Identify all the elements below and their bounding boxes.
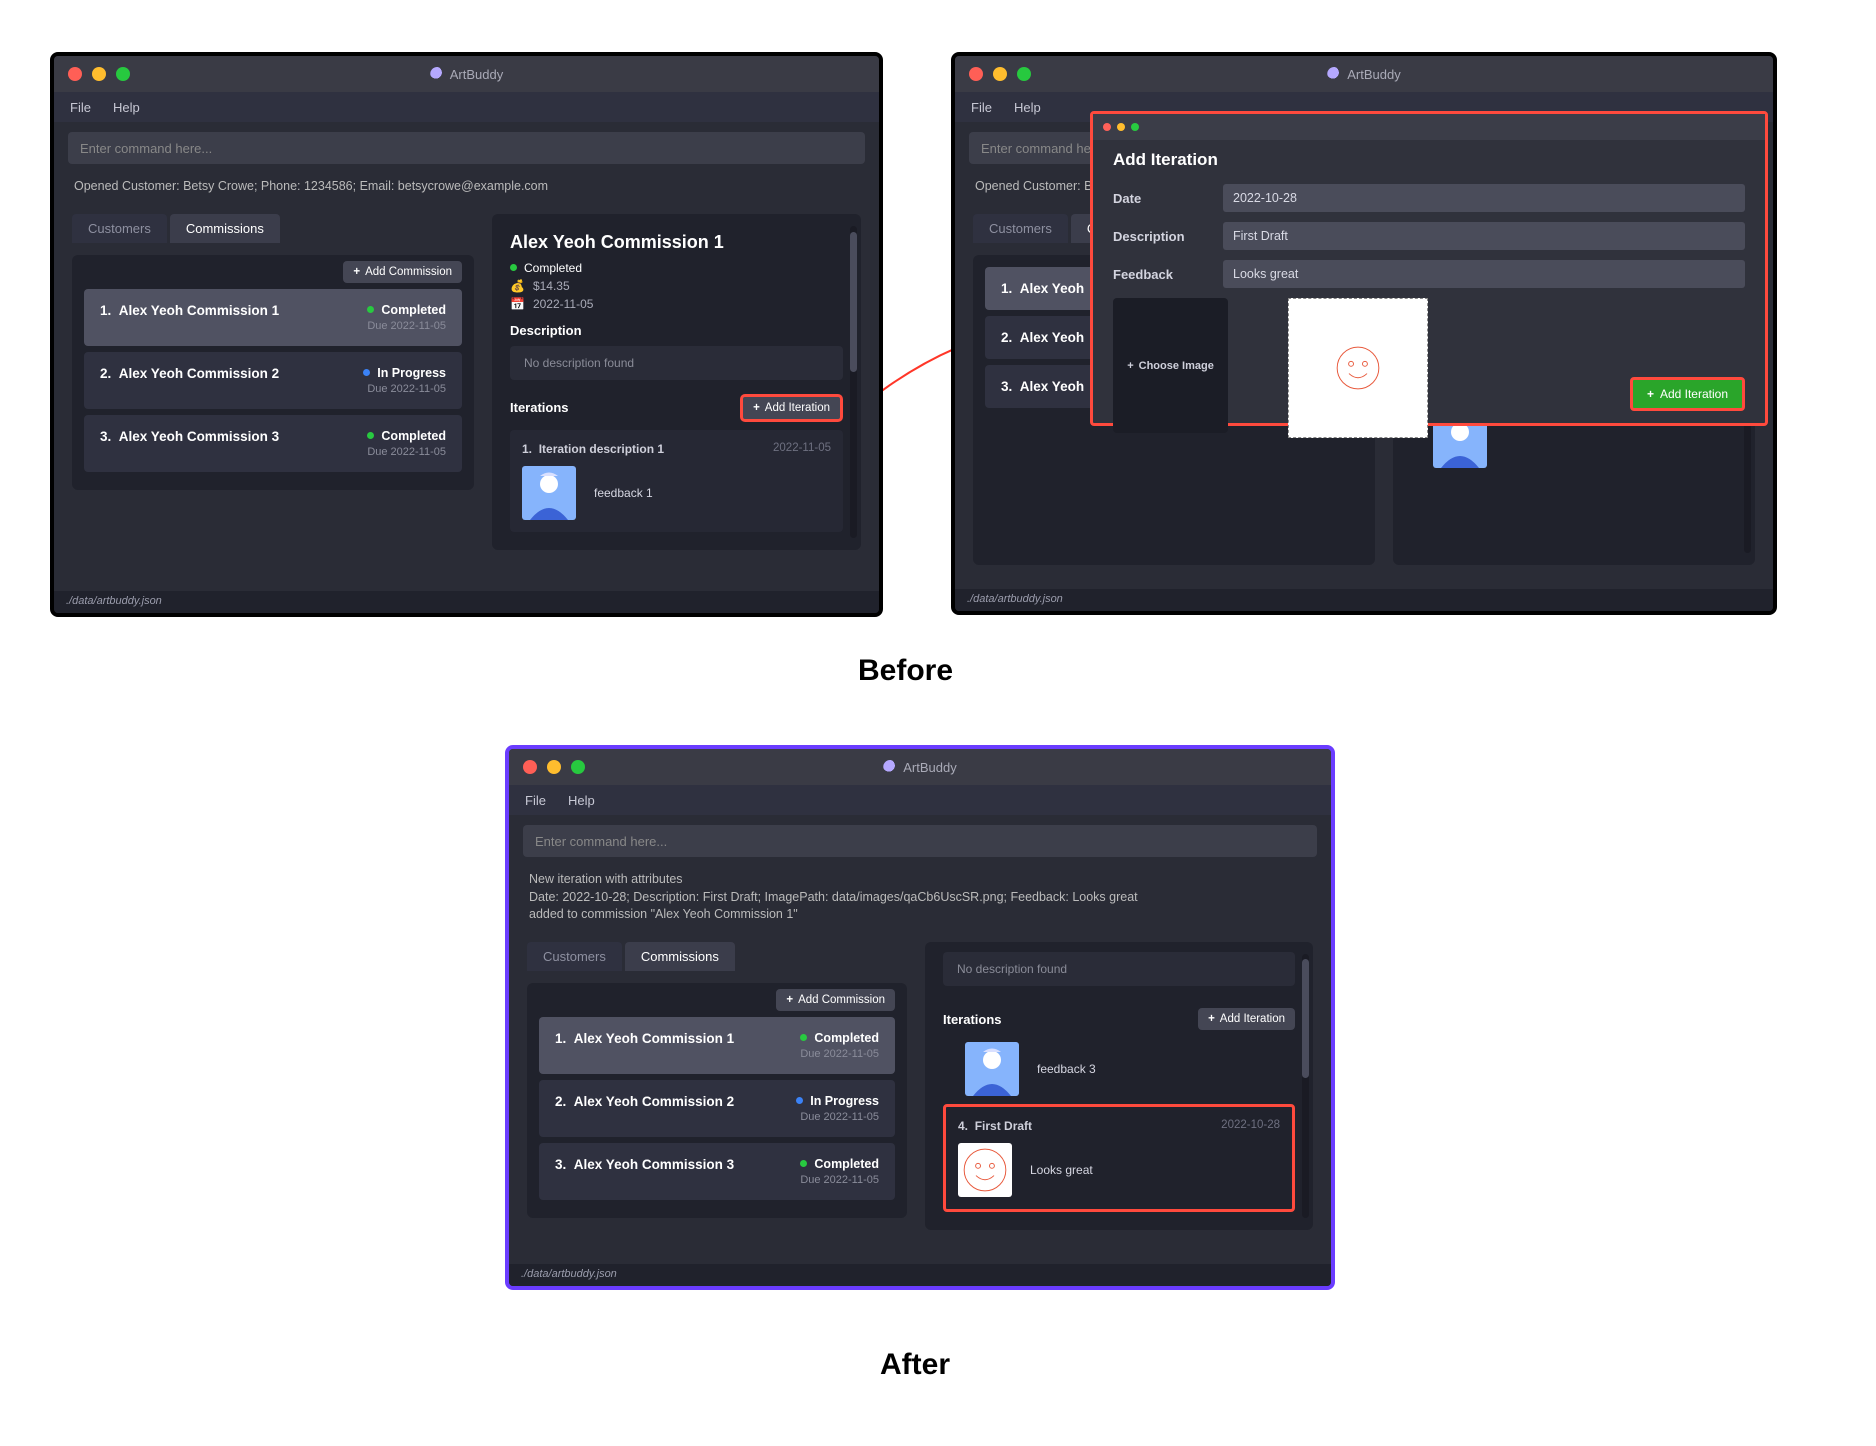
- commission-row[interactable]: 1. Alex Yeoh Commission 1 CompletedDue 2…: [84, 289, 462, 346]
- tab-customers[interactable]: Customers: [72, 214, 167, 243]
- close-icon[interactable]: [969, 67, 983, 81]
- titlebar: ArtBuddy: [509, 749, 1331, 785]
- file-menu[interactable]: File: [525, 793, 546, 808]
- add-iteration-dialog: Add Iteration Date 2022-10-28 Description…: [1090, 111, 1768, 426]
- menubar: File Help: [54, 92, 879, 122]
- add-iteration-button[interactable]: Add Iteration: [740, 394, 843, 422]
- description-label: Description: [510, 323, 843, 338]
- feedback-label: Feedback: [1113, 267, 1209, 282]
- commission-row[interactable]: 1. Alex Yeoh Commission 1 CompletedDue 2…: [539, 1017, 895, 1074]
- status-badge: Completed: [800, 1157, 879, 1171]
- minimize-icon[interactable]: [547, 760, 561, 774]
- status-badge: Completed: [367, 429, 446, 443]
- status-badge: In Progress: [363, 366, 446, 380]
- window-before-left: ArtBuddy File Help Enter command here...…: [50, 52, 883, 617]
- minimize-icon[interactable]: [1117, 123, 1125, 131]
- iteration-feedback: Looks great: [1030, 1163, 1093, 1177]
- close-icon[interactable]: [68, 67, 82, 81]
- description-empty: No description found: [943, 952, 1295, 986]
- minimize-icon[interactable]: [92, 67, 106, 81]
- iteration-card: 1. Iteration description 12022-11-05 fee…: [510, 430, 843, 532]
- feedback-field[interactable]: Looks great: [1223, 260, 1745, 288]
- file-menu[interactable]: File: [70, 100, 91, 115]
- iteration-thumb: [958, 1143, 1012, 1197]
- status-bar: ./data/artbuddy.json: [509, 1264, 1331, 1286]
- avatar-icon: [965, 1042, 1019, 1096]
- status-badge: Completed: [800, 1031, 879, 1045]
- window-before-right: ArtBuddy File Help Enter command here...…: [951, 52, 1777, 615]
- status-bar: ./data/artbuddy.json: [54, 591, 879, 613]
- iteration-thumb: [522, 466, 576, 520]
- help-menu[interactable]: Help: [113, 100, 140, 115]
- iteration-feedback: feedback 3: [1037, 1062, 1096, 1076]
- titlebar: ArtBuddy: [955, 56, 1773, 92]
- description-empty: No description found: [510, 346, 843, 380]
- choose-image-button[interactable]: Choose Image: [1113, 298, 1228, 433]
- avatar-icon: [522, 466, 576, 520]
- iteration-feedback: feedback 1: [594, 486, 653, 500]
- status-bar: ./data/artbuddy.json: [955, 589, 1773, 611]
- command-input[interactable]: Enter command here...: [68, 132, 865, 164]
- commission-row[interactable]: 3. Alex Yeoh Commission 3 CompletedDue 2…: [539, 1143, 895, 1200]
- palette-icon: [430, 67, 444, 81]
- commission-row[interactable]: 3. Alex Yeoh Commission 3 CompletedDue 2…: [84, 415, 462, 472]
- commissions-list: Add Commission 1. Alex Yeoh Commission 1…: [72, 255, 474, 490]
- palette-icon: [1327, 67, 1341, 81]
- status-badge: In Progress: [796, 1094, 879, 1108]
- file-menu[interactable]: File: [971, 100, 992, 115]
- iterations-label: Iterations: [943, 1012, 1002, 1027]
- before-label: Before: [858, 654, 953, 688]
- maximize-icon[interactable]: [1131, 123, 1139, 131]
- date-field[interactable]: 2022-10-28: [1223, 184, 1745, 212]
- app-title: ArtBuddy: [1327, 67, 1400, 82]
- menubar: File Help: [509, 785, 1331, 815]
- description-label: Description: [1113, 229, 1209, 244]
- commission-detail: No description found Iterations Add Iter…: [925, 942, 1313, 1230]
- close-icon[interactable]: [523, 760, 537, 774]
- iterations-label: Iterations: [510, 400, 569, 415]
- info-text: New iteration with attributes Date: 2022…: [509, 867, 1331, 932]
- close-icon[interactable]: [1103, 123, 1111, 131]
- app-title: ArtBuddy: [883, 760, 956, 775]
- smiley-icon: [1333, 343, 1383, 393]
- palette-icon: [883, 760, 897, 774]
- after-label: After: [880, 1348, 950, 1382]
- modal-titlebar: [1093, 114, 1765, 140]
- titlebar: ArtBuddy: [54, 56, 879, 92]
- tab-commissions[interactable]: Commissions: [170, 214, 280, 243]
- maximize-icon[interactable]: [116, 67, 130, 81]
- maximize-icon[interactable]: [571, 760, 585, 774]
- maximize-icon[interactable]: [1017, 67, 1031, 81]
- window-after: ArtBuddy File Help Enter command here...…: [505, 745, 1335, 1290]
- command-input[interactable]: Enter command here...: [523, 825, 1317, 857]
- help-menu[interactable]: Help: [1014, 100, 1041, 115]
- add-commission-button[interactable]: Add Commission: [776, 989, 895, 1011]
- tab-commissions[interactable]: Commissions: [625, 942, 735, 971]
- info-text: Opened Customer: Betsy Crowe; Phone: 123…: [54, 174, 879, 204]
- tab-customers[interactable]: Customers: [973, 214, 1068, 243]
- scrollbar[interactable]: [850, 226, 857, 538]
- detail-title: Alex Yeoh Commission 1: [510, 232, 843, 253]
- iteration-thumb: [965, 1042, 1019, 1096]
- add-iteration-submit-button[interactable]: Add Iteration: [1630, 377, 1745, 411]
- add-commission-button[interactable]: Add Commission: [343, 261, 462, 283]
- scrollbar[interactable]: [1302, 954, 1309, 1218]
- commissions-list: Add Commission 1. Alex Yeoh Commission 1…: [527, 983, 907, 1218]
- commission-row[interactable]: 2. Alex Yeoh Commission 2 In ProgressDue…: [84, 352, 462, 409]
- commission-detail: Alex Yeoh Commission 1 Completed 💰 $14.3…: [492, 214, 861, 550]
- app-title: ArtBuddy: [430, 67, 503, 82]
- modal-title: Add Iteration: [1113, 150, 1745, 170]
- description-field[interactable]: First Draft: [1223, 222, 1745, 250]
- help-menu[interactable]: Help: [568, 793, 595, 808]
- minimize-icon[interactable]: [993, 67, 1007, 81]
- image-preview: [1288, 298, 1428, 438]
- smiley-icon: [960, 1145, 1010, 1195]
- tab-customers[interactable]: Customers: [527, 942, 622, 971]
- status-badge: Completed: [367, 303, 446, 317]
- new-iteration-card: 4. First Draft2022-10-28 Looks great: [943, 1104, 1295, 1212]
- date-label: Date: [1113, 191, 1209, 206]
- commission-row[interactable]: 2. Alex Yeoh Commission 2 In ProgressDue…: [539, 1080, 895, 1137]
- add-iteration-button[interactable]: Add Iteration: [1198, 1008, 1295, 1030]
